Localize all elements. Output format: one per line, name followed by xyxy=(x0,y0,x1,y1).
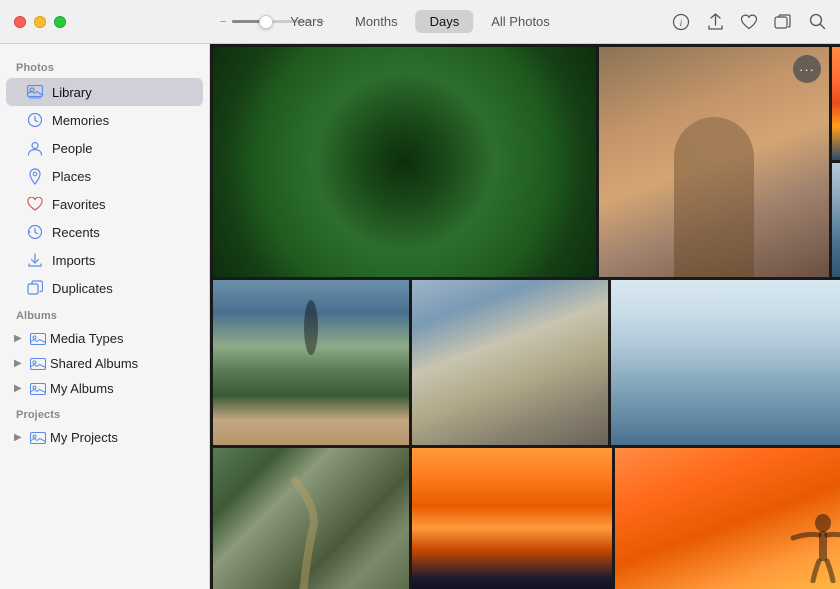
sidebar-item-library-label: Library xyxy=(52,85,92,100)
sidebar-item-media-types-label: Media Types xyxy=(50,331,123,346)
expand-arrow-shared-albums: ▶ xyxy=(14,358,26,369)
sidebar-item-my-albums-label: My Albums xyxy=(50,381,114,396)
photo-stack-right xyxy=(832,47,840,277)
sidebar-item-people-label: People xyxy=(52,141,92,156)
search-icon[interactable] xyxy=(808,13,826,31)
more-button[interactable]: ··· xyxy=(793,55,821,83)
expand-arrow-my-albums: ▶ xyxy=(14,383,26,394)
titlebar: − + Years Months Days All Photos i xyxy=(0,0,840,44)
close-button[interactable] xyxy=(14,16,26,28)
photo-sunset-couple[interactable] xyxy=(832,47,840,160)
duplicates-icon xyxy=(26,279,44,297)
tab-years[interactable]: Years xyxy=(276,10,337,33)
zoom-out-icon: − xyxy=(220,16,226,28)
photo-mountains-mist[interactable] xyxy=(832,163,840,277)
sidebar-item-shared-albums-label: Shared Albums xyxy=(50,356,138,371)
info-icon[interactable]: i xyxy=(672,13,690,31)
photo-road-aerial[interactable] xyxy=(213,448,409,589)
photo-forest[interactable] xyxy=(213,47,596,277)
sidebar-item-imports-label: Imports xyxy=(52,253,95,268)
minimize-button[interactable] xyxy=(34,16,46,28)
photo-woman-sunset[interactable] xyxy=(412,448,612,589)
shared-albums-icon xyxy=(30,357,46,371)
tab-days[interactable]: Days xyxy=(416,10,474,33)
my-albums-icon xyxy=(30,382,46,396)
sidebar-item-favorites[interactable]: Favorites xyxy=(6,190,203,218)
sidebar-item-memories[interactable]: Memories xyxy=(6,106,203,134)
sidebar-item-imports[interactable]: Imports xyxy=(6,246,203,274)
sidebar-item-shared-albums[interactable]: ▶ Shared Albums xyxy=(6,351,203,376)
maximize-button[interactable] xyxy=(54,16,66,28)
titlebar-nav: Years Months Days All Photos xyxy=(276,10,564,33)
photo-row-2 xyxy=(213,280,837,445)
recents-icon xyxy=(26,223,44,241)
expand-arrow-my-projects: ▶ xyxy=(14,432,26,443)
sidebar-item-duplicates-label: Duplicates xyxy=(52,281,113,296)
sidebar-item-my-projects-label: My Projects xyxy=(50,430,118,445)
media-types-icon xyxy=(30,332,46,346)
sidebar-item-library[interactable]: Library xyxy=(6,78,203,106)
my-projects-icon xyxy=(30,431,46,445)
places-icon xyxy=(26,167,44,185)
photo-woman-beach[interactable]: ··· xyxy=(599,47,829,277)
expand-arrow-media-types: ▶ xyxy=(14,333,26,344)
photo-row-3 xyxy=(213,448,837,589)
sidebar-item-media-types[interactable]: ▶ Media Types xyxy=(6,326,203,351)
sidebar-item-recents-label: Recents xyxy=(52,225,100,240)
sidebar-item-duplicates[interactable]: Duplicates xyxy=(6,274,203,302)
traffic-lights xyxy=(14,16,66,28)
photo-lake-mountains[interactable] xyxy=(213,280,409,445)
photo-castle[interactable] xyxy=(412,280,608,445)
sidebar-item-people[interactable]: People xyxy=(6,134,203,162)
sidebar-item-my-projects[interactable]: ▶ My Projects xyxy=(6,425,203,450)
sidebar-item-places[interactable]: Places xyxy=(6,162,203,190)
sidebar: Photos Library Memories xyxy=(0,44,210,589)
tab-months[interactable]: Months xyxy=(341,10,412,33)
albums-section-label: Albums xyxy=(0,302,209,326)
photo-snow-mountains[interactable] xyxy=(611,280,840,445)
sidebar-item-places-label: Places xyxy=(52,169,91,184)
photos-section-label: Photos xyxy=(0,54,209,78)
photo-grid: ··· xyxy=(210,44,840,589)
share-icon[interactable] xyxy=(706,13,724,31)
projects-section-label: Projects xyxy=(0,401,209,425)
memories-icon xyxy=(26,111,44,129)
imports-icon xyxy=(26,251,44,269)
duplicate-icon[interactable] xyxy=(774,13,792,31)
favorites-icon xyxy=(26,195,44,213)
titlebar-actions: i xyxy=(672,13,826,31)
library-icon xyxy=(26,83,44,101)
tab-all-photos[interactable]: All Photos xyxy=(477,10,564,33)
main-content: Photos Library Memories xyxy=(0,44,840,589)
sidebar-item-recents[interactable]: Recents xyxy=(6,218,203,246)
sidebar-item-memories-label: Memories xyxy=(52,113,109,128)
sidebar-item-my-albums[interactable]: ▶ My Albums xyxy=(6,376,203,401)
photo-row-1: ··· xyxy=(213,47,837,277)
people-icon xyxy=(26,139,44,157)
heart-icon[interactable] xyxy=(740,13,758,31)
svg-text:i: i xyxy=(680,18,683,28)
sidebar-item-favorites-label: Favorites xyxy=(52,197,105,212)
photo-woman-arms[interactable] xyxy=(615,448,840,589)
